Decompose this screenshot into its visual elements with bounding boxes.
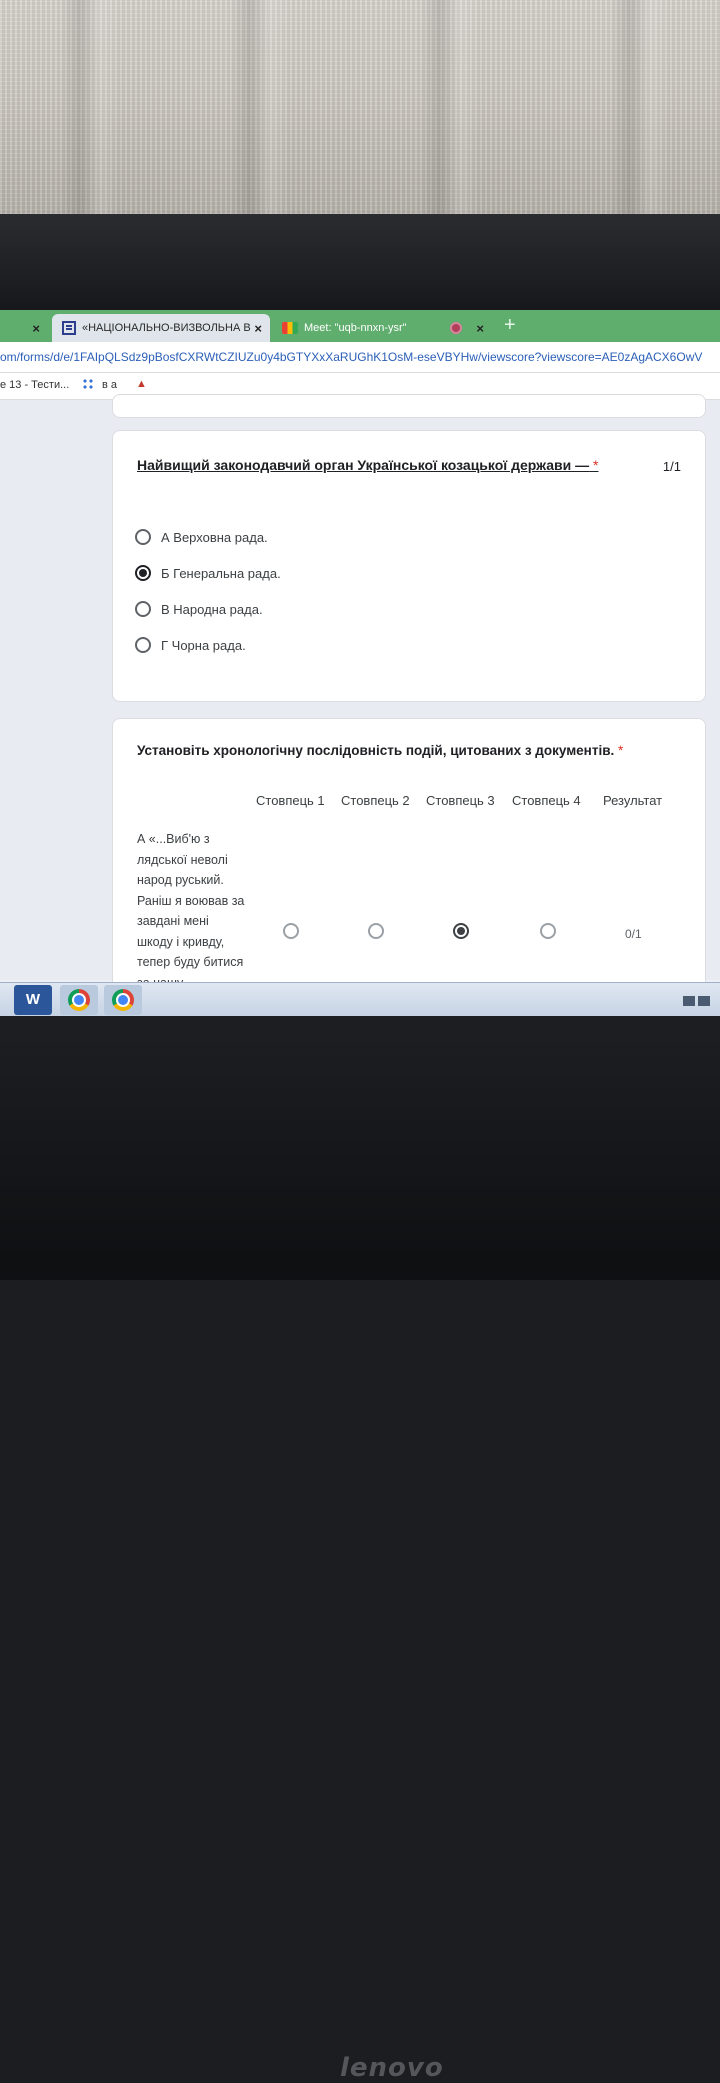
option-label: Б Генеральна рада.	[161, 565, 281, 581]
column-header-result: Результат	[603, 793, 663, 808]
option-label: А Верховна рада.	[161, 529, 268, 545]
chrome-taskbar-icon[interactable]	[60, 985, 98, 1015]
question-score: 1/1	[662, 459, 681, 474]
battery-icon[interactable]	[698, 996, 710, 1006]
row-score: 0/1	[625, 927, 642, 941]
word-taskbar-icon[interactable]: W	[14, 985, 52, 1015]
radio-button-selected[interactable]	[135, 565, 151, 581]
option-c[interactable]: В Народна рада.	[135, 601, 263, 617]
form-page: Найвищий законодавчий орган Української …	[0, 394, 720, 1016]
tab-meet[interactable]: Meet: "uqb-nnxn-ysr" ×	[274, 314, 496, 342]
column-header-4: Стовпець 4	[512, 793, 581, 808]
system-tray[interactable]	[680, 993, 714, 1006]
laptop-screen: × «НАЦІОНАЛЬНО-ВИЗВОЛЬНА В × Meet: "uqb-…	[0, 310, 720, 1016]
option-b[interactable]: Б Генеральна рада.	[135, 565, 281, 581]
radio-button[interactable]	[135, 601, 151, 617]
option-label: Г Чорна рада.	[161, 637, 246, 653]
brand-logo: lenovo	[340, 2053, 444, 2083]
grid-radio-col-1[interactable]	[283, 923, 299, 939]
tab-previous[interactable]: ×	[0, 314, 48, 342]
windows-taskbar: W	[0, 982, 720, 1016]
new-tab-button[interactable]: +	[504, 314, 516, 337]
grid-radio-col-2[interactable]	[368, 923, 384, 939]
google-meet-icon	[282, 322, 298, 334]
bookmark-tests[interactable]: e 13 - Тести...	[0, 379, 69, 391]
column-header-3: Стовпець 3	[426, 793, 495, 808]
previous-question-card	[112, 394, 706, 418]
browser-tabstrip: × «НАЦІОНАЛЬНО-ВИЗВОЛЬНА В × Meet: "uqb-…	[0, 310, 720, 342]
grid-row-label: А «...Виб'ю з лядської неволі народ русь…	[137, 832, 245, 990]
option-a[interactable]: А Верховна рада.	[135, 529, 268, 545]
column-header-2: Стовпець 2	[341, 793, 410, 808]
close-tab-icon[interactable]: ×	[32, 321, 40, 336]
laptop-bezel-bottom: lenovo	[0, 1016, 720, 2083]
question-card-1: Найвищий законодавчий орган Української …	[112, 430, 706, 702]
chrome-icon	[112, 989, 134, 1011]
bookmark-va[interactable]: в а	[102, 379, 117, 391]
network-icon[interactable]	[683, 996, 695, 1006]
recording-indicator-icon	[450, 322, 462, 334]
url-text[interactable]: om/forms/d/e/1FAIpQLSdz9pBosfCXRWtCZIUZu…	[0, 350, 702, 364]
question-card-2: Установіть хронологічну послідовність по…	[112, 718, 706, 1016]
laptop-bezel-top	[0, 214, 720, 470]
required-marker: *	[618, 743, 624, 758]
bookmark-flag-icon[interactable]: ▲	[136, 378, 147, 390]
option-label: В Народна рада.	[161, 601, 263, 617]
address-bar[interactable]: om/forms/d/e/1FAIpQLSdz9pBosfCXRWtCZIUZu…	[0, 342, 720, 373]
grid-radio-col-3-selected[interactable]	[453, 923, 469, 939]
chrome-profile-taskbar-icon[interactable]	[104, 985, 142, 1015]
apps-icon[interactable]	[82, 378, 94, 390]
required-marker: *	[593, 457, 599, 473]
radio-button[interactable]	[135, 529, 151, 545]
question-title: Найвищий законодавчий орган Української …	[137, 457, 599, 473]
google-forms-icon	[62, 321, 76, 335]
close-tab-icon[interactable]: ×	[476, 321, 484, 336]
column-header-1: Стовпець 1	[256, 793, 325, 808]
option-d[interactable]: Г Чорна рада.	[135, 637, 246, 653]
question-title: Установіть хронологічну послідовність по…	[137, 743, 624, 758]
chrome-icon	[68, 989, 90, 1011]
tab-title: «НАЦІОНАЛЬНО-ВИЗВОЛЬНА В	[82, 322, 251, 334]
background-curtain	[0, 0, 720, 218]
tab-forms[interactable]: «НАЦІОНАЛЬНО-ВИЗВОЛЬНА В ×	[52, 314, 270, 342]
radio-button[interactable]	[135, 637, 151, 653]
close-tab-icon[interactable]: ×	[254, 321, 262, 336]
tab-title: Meet: "uqb-nnxn-ysr"	[304, 322, 407, 334]
grid-radio-col-4[interactable]	[540, 923, 556, 939]
